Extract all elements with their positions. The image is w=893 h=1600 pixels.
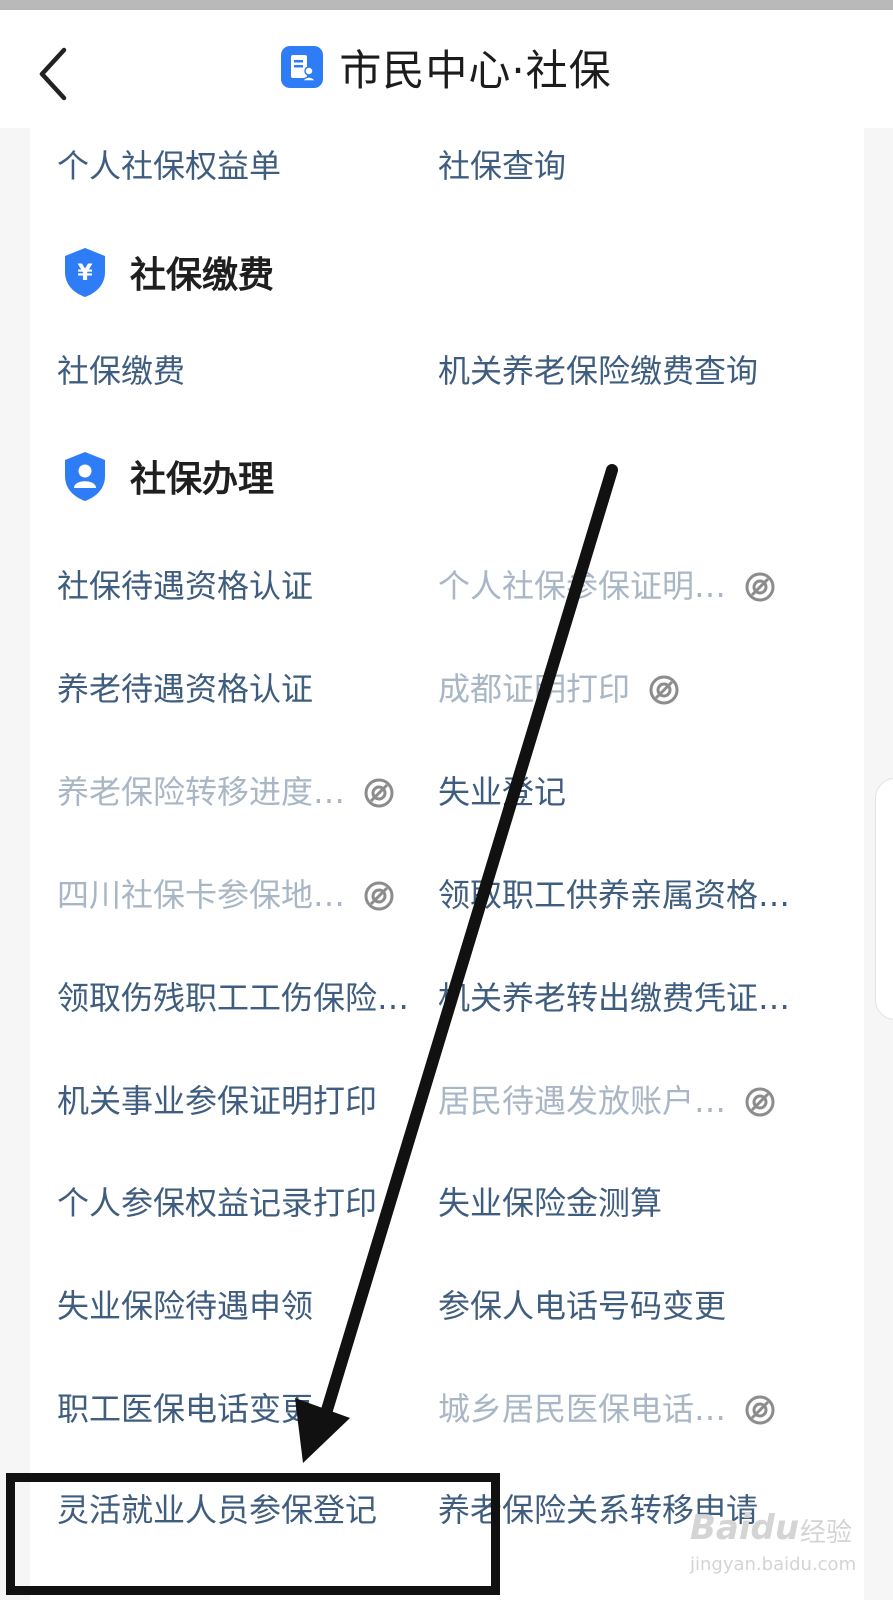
unavailable-icon (364, 778, 394, 808)
unavailable-icon (364, 881, 394, 911)
service-item[interactable]: 个人社保权益单 (57, 146, 281, 186)
service-item[interactable]: 机关养老保险缴费查询 (438, 351, 758, 391)
side-drawer-handle[interactable] (875, 778, 893, 1020)
service-item-unavailable[interactable]: 个人社保参保证明… (438, 566, 776, 606)
service-item[interactable]: 失业登记 (438, 772, 566, 812)
service-item-unavailable[interactable]: 居民待遇发放账户… (438, 1081, 776, 1121)
header: 市民中心·社保 (0, 10, 893, 128)
service-item[interactable]: 机关事业参保证明打印 (57, 1081, 377, 1121)
service-item[interactable]: 养老待遇资格认证 (57, 669, 313, 709)
service-item[interactable]: 社保缴费 (57, 351, 185, 391)
service-item[interactable]: 机关养老转出缴费凭证… (438, 978, 790, 1018)
yen-shield-icon: ¥ (65, 248, 105, 297)
unavailable-icon (649, 675, 679, 705)
section-header-handling: 社保办理 (62, 448, 274, 504)
service-item[interactable]: 职工医保电话变更 (57, 1389, 313, 1429)
service-item[interactable]: 社保待遇资格认证 (57, 566, 313, 606)
service-item-label: 成都证明打印 (438, 670, 631, 708)
service-item-label: 城乡居民医保电话… (438, 1390, 727, 1428)
service-item-label: 四川社保卡参保地… (57, 876, 346, 914)
status-bar (0, 0, 893, 10)
service-item[interactable]: 失业保险金测算 (438, 1183, 662, 1223)
page-title: 市民中心·社保 (339, 45, 612, 95)
user-shield-icon (65, 452, 105, 501)
watermark-url: jingyan.baidu.com (690, 1554, 857, 1575)
service-item[interactable]: 失业保险待遇申领 (57, 1286, 313, 1326)
title-bar: 市民中心·社保 (0, 32, 893, 102)
service-item-label: 居民待遇发放账户… (438, 1082, 727, 1120)
service-item-label: 养老保险转移进度… (57, 773, 346, 811)
svg-text:¥: ¥ (77, 261, 93, 286)
section-title: 社保办理 (130, 459, 275, 500)
unavailable-icon (745, 572, 775, 602)
service-item-label: 个人社保参保证明… (438, 567, 727, 605)
service-item[interactable]: 领取伤残职工工伤保险… (57, 978, 409, 1018)
baidu-jingyan-watermark: Baidu 经验 jingyan.baidu.com (684, 1502, 857, 1582)
service-list-card (30, 128, 864, 1600)
service-item-unavailable[interactable]: 养老保险转移进度… (57, 772, 395, 812)
service-item[interactable]: 参保人电话号码变更 (438, 1286, 726, 1326)
annotation-highlight-box (6, 1473, 500, 1595)
service-item[interactable]: 社保查询 (438, 146, 566, 186)
section-header-payment: ¥ 社保缴费 (62, 244, 274, 300)
service-item-unavailable[interactable]: 成都证明打印 (438, 669, 680, 709)
unavailable-icon (745, 1087, 775, 1117)
service-item-unavailable[interactable]: 城乡居民医保电话… (438, 1389, 776, 1429)
civic-center-app-icon (281, 46, 324, 88)
section-title: 社保缴费 (130, 255, 275, 296)
unavailable-icon (745, 1395, 775, 1425)
service-item[interactable]: 领取职工供养亲属资格… (438, 875, 790, 915)
watermark-suffix: 经验 (800, 1518, 853, 1548)
watermark-logo: Baidu (690, 1508, 800, 1548)
service-item-unavailable[interactable]: 四川社保卡参保地… (57, 875, 395, 915)
service-item[interactable]: 个人参保权益记录打印 (57, 1183, 377, 1223)
